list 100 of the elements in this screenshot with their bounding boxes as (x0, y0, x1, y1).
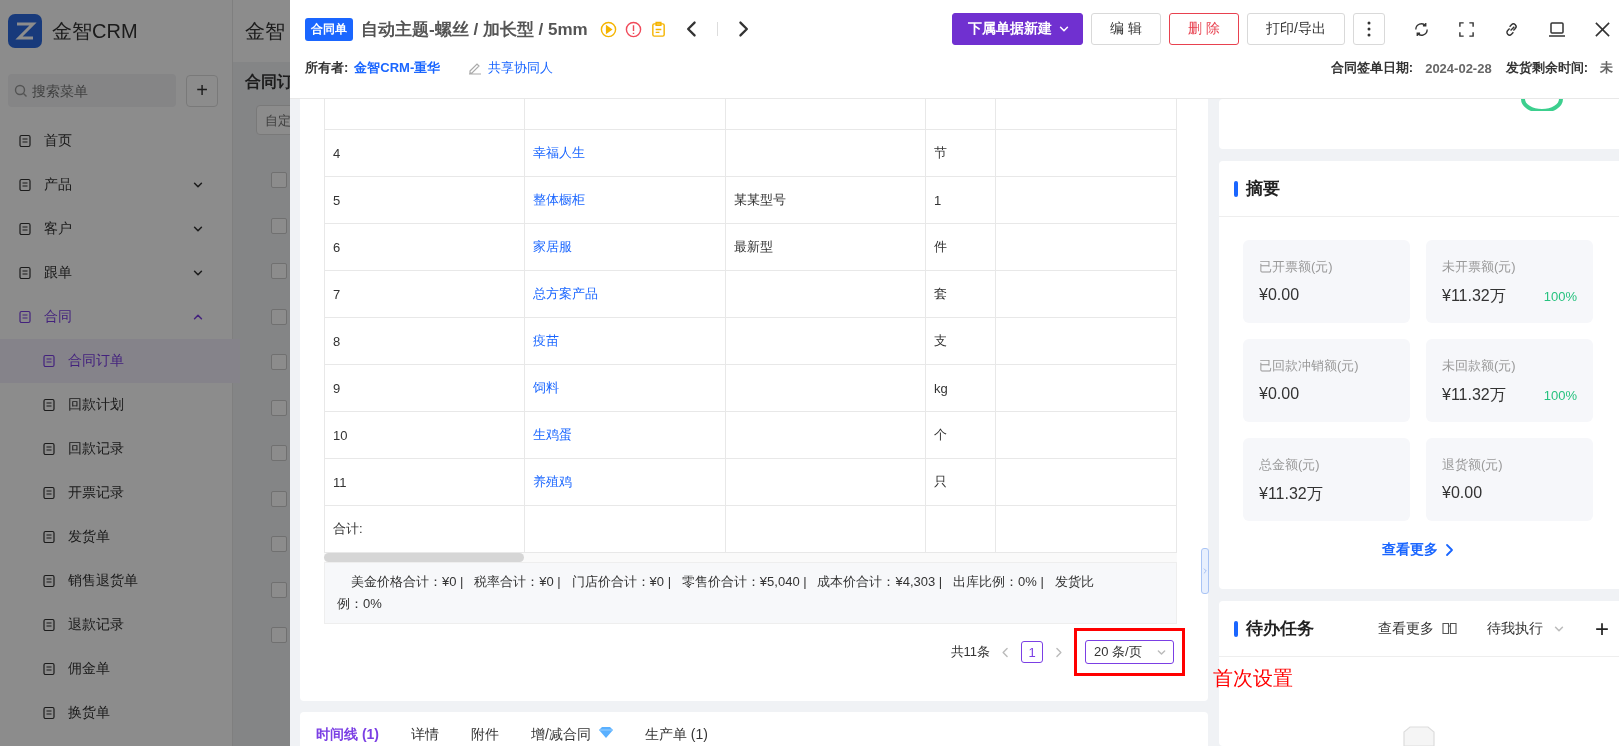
stat-label: 已回款冲销额(元) (1259, 357, 1360, 375)
row-checkbox[interactable] (271, 308, 287, 325)
row-checkbox[interactable] (271, 445, 287, 461)
scrollbar-thumb[interactable] (324, 553, 524, 562)
row-checkbox[interactable] (271, 217, 287, 234)
row-checkbox[interactable] (271, 399, 287, 416)
sidebar-item[interactable]: 换货单 (0, 691, 240, 735)
sidebar-item[interactable]: 退款记录 (0, 603, 240, 647)
stat-value: ¥11.32万 (1259, 484, 1323, 504)
product-link[interactable]: 整体橱柜 (533, 192, 585, 207)
fullscreen-icon[interactable] (1458, 20, 1475, 38)
product-link[interactable]: 养殖鸡 (533, 474, 572, 489)
create-related-button[interactable]: 下属单据新建 (952, 13, 1084, 45)
laptop-icon[interactable] (1548, 20, 1566, 38)
document-icon (42, 442, 56, 456)
chevron-right-icon (1202, 567, 1208, 575)
sidebar-item[interactable]: 开票记录 (0, 471, 240, 515)
table-cell: 件 (925, 223, 996, 271)
owner-link[interactable]: 金智CRM-重华 (354, 59, 441, 77)
sidebar-item[interactable]: 合同 (0, 295, 232, 339)
next-page-icon[interactable] (1053, 646, 1064, 658)
add-button[interactable]: + (186, 74, 218, 107)
view-more-link[interactable]: 查看更多 (1378, 619, 1457, 638)
action-button[interactable]: 删 除 (1169, 13, 1240, 45)
annotation-text: 首次设置 (1213, 666, 1293, 691)
page-size-select[interactable]: 20 条/页 (1085, 640, 1174, 664)
share-link[interactable]: 共享协同人 (468, 59, 554, 77)
stat-label: 已开票额(元) (1259, 258, 1334, 276)
search-field[interactable]: 搜索菜单 (8, 74, 176, 107)
logo-text: 金智CRM (52, 18, 138, 44)
page-button[interactable]: 1 (1021, 641, 1043, 663)
tab[interactable]: 附件 (471, 726, 499, 746)
stat-value: ¥0.00 (1442, 484, 1483, 502)
row-checkbox[interactable] (271, 627, 287, 643)
progress-ring-drawing (1521, 99, 1563, 111)
tab[interactable]: 生产单 (1) (644, 726, 708, 746)
previous-page-icon[interactable] (1000, 646, 1011, 658)
product-link[interactable]: 疫苗 (533, 333, 559, 348)
link-icon[interactable] (1503, 20, 1520, 38)
row-checkbox[interactable] (271, 263, 287, 279)
sidebar-item[interactable]: 佣金单 (0, 647, 240, 691)
sidebar-item[interactable]: 回款记录 (0, 427, 240, 471)
document-icon (18, 266, 32, 280)
pencil-icon (468, 61, 483, 75)
row-checkbox[interactable] (271, 490, 287, 507)
table-cell: 只 (925, 458, 996, 506)
close-icon[interactable] (1594, 20, 1611, 38)
action-button[interactable]: 编 辑 (1091, 13, 1162, 45)
app-title: 金智 (245, 18, 285, 44)
document-icon (42, 574, 56, 588)
play-circle-icon[interactable] (599, 20, 617, 38)
stat-label: 总金额(元) (1259, 456, 1321, 474)
view-more-link[interactable]: 查看更多 (1382, 541, 1456, 559)
product-link[interactable]: 总方案产品 (533, 286, 598, 301)
add-task-button[interactable]: + (1595, 614, 1609, 643)
sidebar-item[interactable]: 产品 (0, 163, 232, 207)
sidebar-item[interactable]: 跟单 (0, 251, 232, 295)
product-link[interactable]: 饲料 (533, 380, 559, 395)
owner-label: 所有者: (305, 59, 349, 77)
stat-value: ¥11.32万 (1442, 385, 1506, 405)
row-checkbox[interactable] (271, 354, 287, 370)
document-icon (42, 398, 56, 412)
action-button[interactable]: 打印/导出 (1247, 13, 1345, 45)
row-checkbox[interactable] (271, 172, 287, 188)
sidebar-item[interactable]: 首页 (0, 119, 232, 163)
document-icon (42, 530, 56, 544)
table-cell: 1 (925, 176, 996, 224)
totals-summary: 美金价格合计：¥0 | 税率合计：¥0 | 门店价合计：¥0 | 零售价合计：¥5,040 | 成本价合计：¥4,303 | 出库比例：0% | 发货比例：0% (324, 562, 1177, 624)
sidebar-item[interactable]: 回款计划 (0, 383, 240, 427)
tab[interactable]: 详情 (411, 726, 439, 746)
stat-value: ¥0.00 (1259, 385, 1300, 403)
stat-label: 未回款额(元) (1442, 357, 1517, 375)
product-link[interactable]: 幸福人生 (533, 145, 585, 160)
sidebar-item[interactable]: 客户 (0, 207, 232, 251)
collapse-handle[interactable] (1201, 548, 1209, 594)
document-icon (18, 134, 32, 148)
meta-value: 2024-02-28 (1425, 60, 1492, 76)
tab[interactable]: 时间线 (1) (316, 726, 379, 746)
sidebar-item[interactable]: 合同订单 (0, 339, 240, 383)
alert-icon[interactable] (624, 20, 642, 38)
document-icon (42, 706, 56, 720)
table-cell: 11 (324, 458, 525, 506)
sidebar-item[interactable]: 发货单 (0, 515, 240, 559)
sidebar-item[interactable]: 销售退货单 (0, 559, 240, 603)
stat-value: ¥0.00 (1259, 286, 1300, 304)
document-icon (18, 178, 32, 192)
task-filter-select[interactable]: 待我执行 (1487, 619, 1565, 638)
table-cell: 7 (324, 270, 525, 318)
product-link[interactable]: 家居服 (533, 239, 572, 254)
more-button[interactable] (1353, 13, 1385, 45)
clipboard-icon[interactable] (649, 20, 667, 38)
row-checkbox[interactable] (271, 536, 287, 552)
row-checkbox[interactable] (271, 581, 287, 598)
refresh-icon[interactable] (1413, 20, 1430, 38)
accent-bar (1234, 180, 1238, 197)
document-icon (42, 354, 56, 368)
tab[interactable]: 增/减合同 (531, 726, 613, 746)
product-link[interactable]: 生鸡蛋 (533, 427, 572, 442)
table-cell: 个 (925, 411, 996, 459)
document-icon (18, 310, 32, 324)
